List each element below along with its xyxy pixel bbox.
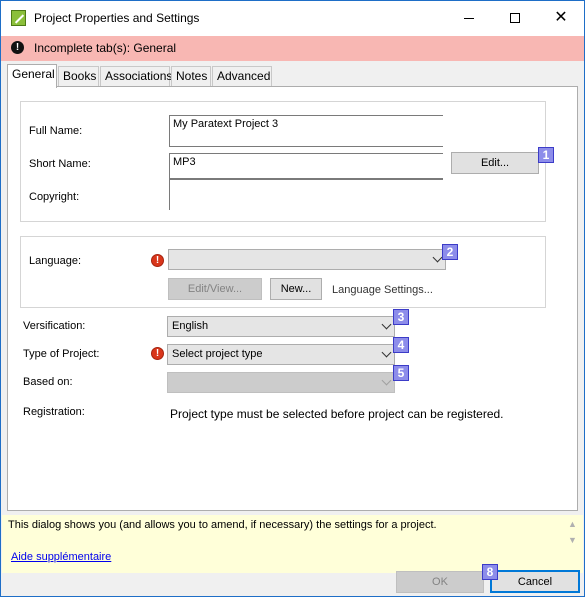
registration-label: Registration: xyxy=(23,406,85,418)
project-identity-group: Full Name: My Paratext Project 3 Short N… xyxy=(20,101,546,222)
more-help-link[interactable]: Aide supplémentaire xyxy=(11,551,111,563)
registration-message: Project type must be selected before pro… xyxy=(170,407,504,421)
maximize-icon xyxy=(510,13,520,23)
based-on-combo[interactable] xyxy=(167,372,395,393)
full-name-label: Full Name: xyxy=(29,125,83,137)
versification-combo[interactable]: English xyxy=(167,316,395,337)
full-name-input[interactable]: My Paratext Project 3 xyxy=(169,115,443,147)
help-scrollbar[interactable]: ▲ ▼ xyxy=(568,519,577,547)
short-name-input[interactable]: MP3 xyxy=(169,153,443,179)
project-type-error-icon: ! xyxy=(151,347,164,360)
project-properties-dialog: Project Properties and Settings ✕ ! Inco… xyxy=(0,0,585,597)
minimize-button[interactable] xyxy=(446,1,492,35)
tab-general[interactable]: General xyxy=(7,64,57,88)
callout-marker-2: 2 xyxy=(442,244,458,260)
title-bar: Project Properties and Settings ✕ xyxy=(1,1,584,36)
copyright-label: Copyright: xyxy=(29,191,80,203)
ok-button[interactable]: OK xyxy=(396,571,484,593)
exclamation-icon: ! xyxy=(11,41,24,54)
paratext-app-icon xyxy=(11,10,26,26)
maximize-button[interactable] xyxy=(492,1,538,35)
close-button[interactable]: ✕ xyxy=(538,1,584,35)
tab-associations[interactable]: Associations xyxy=(100,66,172,86)
callout-marker-4: 4 xyxy=(393,337,409,353)
cancel-button[interactable]: Cancel xyxy=(490,570,580,593)
copyright-input[interactable] xyxy=(169,179,443,210)
callout-marker-5: 5 xyxy=(393,365,409,381)
chevron-down-icon xyxy=(381,347,392,358)
based-on-label: Based on: xyxy=(23,376,73,388)
new-language-button[interactable]: New... xyxy=(270,278,322,300)
versification-label: Versification: xyxy=(23,320,86,332)
language-error-icon: ! xyxy=(151,254,164,267)
language-label: Language: xyxy=(29,255,81,267)
minimize-icon xyxy=(464,17,474,19)
chevron-down-icon xyxy=(432,252,443,263)
language-combo[interactable] xyxy=(168,249,446,270)
short-name-label: Short Name: xyxy=(29,158,91,170)
help-text: This dialog shows you (and allows you to… xyxy=(8,519,437,531)
scroll-down-icon[interactable]: ▼ xyxy=(568,535,577,545)
edit-view-language-button[interactable]: Edit/View... xyxy=(168,278,262,300)
callout-marker-8: 8 xyxy=(482,564,498,580)
incomplete-tabs-banner: ! Incomplete tab(s): General xyxy=(1,36,584,61)
tab-books[interactable]: Books xyxy=(58,66,99,86)
edit-short-name-button[interactable]: Edit... xyxy=(451,152,539,174)
tab-advanced[interactable]: Advanced xyxy=(212,66,272,86)
language-settings-link[interactable]: Language Settings... xyxy=(332,284,433,296)
project-type-combo[interactable]: Select project type xyxy=(167,344,395,365)
scroll-up-icon[interactable]: ▲ xyxy=(568,519,577,529)
close-icon: ✕ xyxy=(554,9,568,26)
chevron-down-icon xyxy=(381,319,392,330)
language-group: Language: ! Edit/View... New... Language… xyxy=(20,236,546,308)
project-type-label: Type of Project: xyxy=(23,348,100,360)
callout-marker-3: 3 xyxy=(393,309,409,325)
window-title: Project Properties and Settings xyxy=(34,11,200,25)
banner-text: Incomplete tab(s): General xyxy=(34,41,177,55)
tab-notes[interactable]: Notes xyxy=(171,66,211,86)
general-tab-page: Full Name: My Paratext Project 3 Short N… xyxy=(7,86,578,511)
callout-marker-1: 1 xyxy=(538,147,554,163)
chevron-down-icon xyxy=(381,375,392,386)
